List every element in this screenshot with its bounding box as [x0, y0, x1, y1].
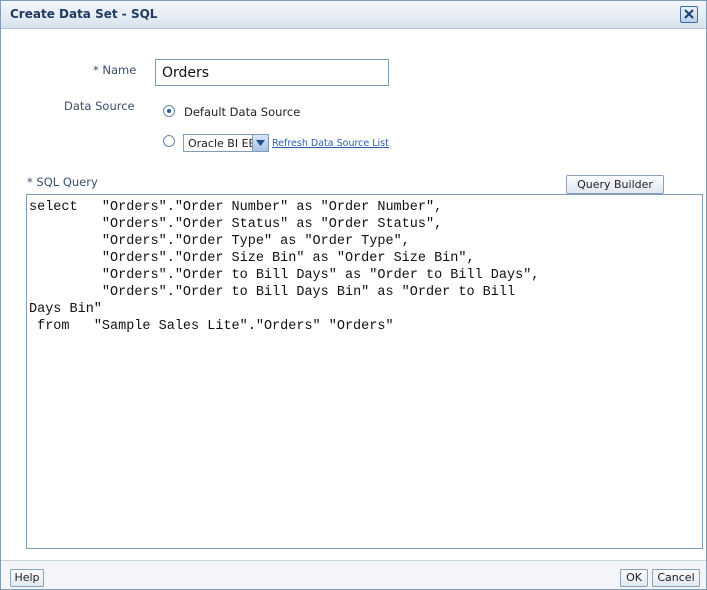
- data-source-select[interactable]: Oracle BI EE: [183, 134, 269, 152]
- required-marker: *: [93, 63, 99, 77]
- cancel-button[interactable]: Cancel: [652, 569, 700, 587]
- data-source-label: Data Source: [64, 99, 135, 113]
- query-builder-button[interactable]: Query Builder: [566, 175, 664, 194]
- default-source-label: Default Data Source: [184, 105, 301, 119]
- refresh-data-source-link[interactable]: Refresh Data Source List: [272, 138, 389, 149]
- ok-button[interactable]: OK: [620, 569, 648, 587]
- sql-query-label: * SQL Query: [27, 175, 98, 189]
- name-label: * Name: [93, 63, 137, 77]
- close-icon[interactable]: [680, 6, 698, 23]
- sql-query-editor[interactable]: select "Orders"."Order Number" as "Order…: [26, 194, 703, 549]
- data-source-select-value: Oracle BI EE: [188, 137, 256, 150]
- dialog-footer: Help OK Cancel: [1, 560, 706, 589]
- dialog-title: Create Data Set - SQL: [10, 7, 158, 21]
- default-source-radio[interactable]: [163, 105, 175, 117]
- create-data-set-dialog: Create Data Set - SQL * Name Data Source…: [0, 0, 707, 590]
- other-source-radio[interactable]: [163, 135, 175, 147]
- name-input[interactable]: [155, 59, 389, 86]
- dialog-titlebar: Create Data Set - SQL: [1, 1, 706, 29]
- help-button[interactable]: Help: [10, 569, 44, 587]
- chevron-down-icon[interactable]: [252, 135, 268, 151]
